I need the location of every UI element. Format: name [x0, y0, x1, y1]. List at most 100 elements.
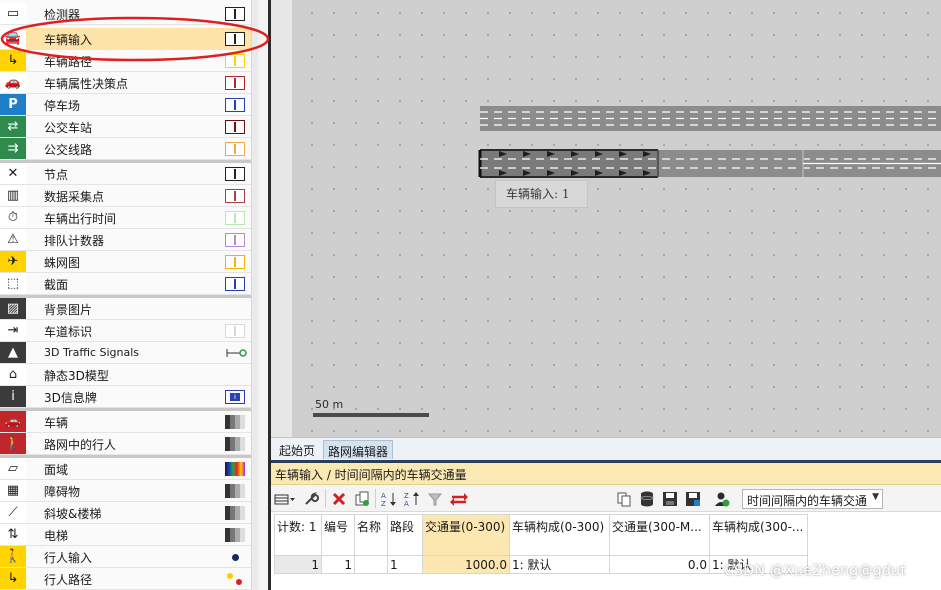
lane-marking-icon: ⇥: [0, 320, 26, 341]
editor-tab-bar: 起始页 路网编辑器: [271, 437, 941, 460]
volume-300-max-cell[interactable]: 0.0: [609, 555, 710, 574]
volume-0-300-cell[interactable]: 1000.0: [422, 555, 510, 574]
sidebar-item-background-image[interactable]: ▨ 背景图片: [0, 298, 251, 320]
tab-network-editor[interactable]: 路网编辑器: [323, 440, 394, 459]
panel-splitter[interactable]: [258, 0, 268, 590]
color-swatch[interactable]: [225, 54, 245, 68]
color-swatch[interactable]: [225, 76, 245, 90]
sidebar-item-area[interactable]: ▱ 面域: [0, 458, 251, 480]
sidebar-item-traffic-signal[interactable]: ▲ 3D Traffic Signals: [0, 342, 251, 364]
sidebar-item-label: 行人输入: [44, 551, 93, 565]
sidebar-item-vehicle[interactable]: 🚗 车辆: [0, 411, 251, 433]
link-cell[interactable]: 1: [387, 555, 423, 574]
sort-descending-icon[interactable]: ZA: [402, 489, 422, 508]
sidebar-item-lane-marking[interactable]: ⇥ 车道标识: [0, 320, 251, 342]
pedestrian-route-icon: ↳: [0, 568, 26, 589]
wrench-icon[interactable]: [301, 489, 321, 508]
sidebar-item-bus-stop[interactable]: ⇄ 公交车站: [0, 116, 251, 138]
travel-time-icon: ⏱: [0, 207, 26, 228]
column-header-composition-0-300[interactable]: 车辆构成(0-300): [509, 514, 610, 556]
sidebar-item-vehicle-attribute-decision[interactable]: 🚗 车辆属性决策点: [0, 72, 251, 94]
sidebar-item-section[interactable]: ⬚ 截面: [0, 273, 251, 295]
color-swatch[interactable]: [225, 142, 245, 156]
color-swatch[interactable]: [225, 167, 245, 181]
vehicle-icon: 🚗: [0, 411, 26, 432]
sidebar-item-bus-line[interactable]: ⇉ 公交线路: [0, 138, 251, 160]
color-swatch[interactable]: [225, 572, 245, 586]
column-header-composition-300-max[interactable]: 车辆构成(300-...: [709, 514, 808, 556]
color-swatch[interactable]: i: [225, 390, 245, 404]
network-canvas[interactable]: 车辆输入: 1 50 m: [271, 0, 941, 437]
color-swatch[interactable]: [225, 255, 245, 269]
column-header-number[interactable]: 编号: [321, 514, 355, 556]
row-count-cell[interactable]: 1: [274, 555, 322, 574]
sidebar-item-elevator[interactable]: ⇅ 电梯: [0, 524, 251, 546]
svg-text:Z: Z: [404, 492, 409, 500]
tab-start-page[interactable]: 起始页: [275, 440, 319, 459]
sidebar-item-vehicle-route[interactable]: ↳ 车辆路径: [0, 50, 251, 72]
color-swatch[interactable]: [225, 415, 245, 429]
column-header-volume-300-max[interactable]: 交通量(300-M...: [609, 514, 710, 556]
sidebar-item-pedestrian-route[interactable]: ↳ 行人路径: [0, 568, 251, 590]
sidebar-item-ramp-stairs[interactable]: ⟋ 斜坡&楼梯: [0, 502, 251, 524]
color-swatch[interactable]: [225, 211, 245, 225]
composition-0-300-cell[interactable]: 1: 默认: [509, 555, 610, 574]
sidebar-item-parking[interactable]: P 停车场: [0, 94, 251, 116]
column-header-link[interactable]: 路段: [387, 514, 423, 556]
column-header-volume-0-300[interactable]: 交通量(0-300): [422, 514, 510, 556]
save-as-icon[interactable]: [683, 489, 703, 508]
column-header-count[interactable]: 计数: 1: [274, 514, 322, 556]
color-swatch[interactable]: [225, 462, 245, 476]
sidebar-item-label: 排队计数器: [44, 234, 105, 248]
name-cell[interactable]: [354, 555, 388, 574]
sidebar-item-spider[interactable]: ✈ 蛛网图: [0, 251, 251, 273]
color-swatch[interactable]: [225, 528, 245, 542]
duplicate-icon[interactable]: [352, 489, 372, 508]
sidebar-item-detector[interactable]: ▭ 检测器: [0, 3, 251, 25]
color-swatch[interactable]: [225, 324, 245, 338]
color-swatch[interactable]: [225, 484, 245, 498]
sidebar-item-pedestrian-input[interactable]: 🚶 行人输入: [0, 546, 251, 568]
column-header-name[interactable]: 名称: [354, 514, 388, 556]
color-swatch[interactable]: [225, 98, 245, 112]
color-swatch[interactable]: [225, 346, 247, 360]
sidebar-item-data-collection[interactable]: ▥ 数据采集点: [0, 185, 251, 207]
color-swatch[interactable]: [225, 120, 245, 134]
delete-icon[interactable]: [329, 489, 349, 508]
sidebar-item-static-3d-model[interactable]: ⌂ 静态3D模型: [0, 364, 251, 386]
sidebar-item-obstacle[interactable]: ▦ 障碍物: [0, 480, 251, 502]
list-layout-dropdown-icon[interactable]: [273, 489, 297, 508]
color-swatch[interactable]: [225, 437, 245, 451]
user-settings-icon[interactable]: [712, 489, 732, 508]
number-cell[interactable]: 1: [321, 555, 355, 574]
color-swatch[interactable]: [225, 32, 245, 46]
link-lower[interactable]: [478, 149, 941, 178]
color-swatch[interactable]: [225, 550, 245, 564]
copy-icon[interactable]: [614, 489, 634, 508]
sidebar-item-node[interactable]: ✕ 节点: [0, 163, 251, 185]
sidebar-item-label: 检测器: [44, 8, 81, 22]
sidebar-item-info-sign[interactable]: i 3D信息牌 i: [0, 386, 251, 408]
filter-icon[interactable]: [425, 489, 445, 508]
sidebar-item-pedestrian[interactable]: 🚶 路网中的行人: [0, 433, 251, 455]
sidebar-item-queue-counter[interactable]: ⚠ 排队计数器: [0, 229, 251, 251]
sidebar-item-travel-time[interactable]: ⏱ 车辆出行时间: [0, 207, 251, 229]
link-upper[interactable]: [480, 106, 941, 131]
obstacle-icon: ▦: [0, 480, 26, 501]
sort-ascending-icon[interactable]: AZ: [379, 489, 399, 508]
color-swatch[interactable]: [225, 233, 245, 247]
detector-icon: ▭: [0, 3, 26, 24]
sync-icon[interactable]: [448, 489, 470, 508]
vehicle-input-label[interactable]: 车辆输入: 1: [495, 180, 588, 208]
color-swatch[interactable]: [225, 7, 245, 21]
color-swatch[interactable]: [225, 189, 245, 203]
sidebar-item-vehicle-input[interactable]: 🚘 车辆输入: [0, 28, 251, 50]
color-swatch[interactable]: [225, 277, 245, 291]
save-icon[interactable]: [660, 489, 680, 508]
database-icon[interactable]: [637, 489, 657, 508]
relation-select[interactable]: 时间间隔内的车辆交通 ▼: [742, 489, 883, 509]
color-swatch[interactable]: [225, 506, 245, 520]
bus-stop-icon: ⇄: [0, 116, 26, 137]
sidebar-scrollbar[interactable]: [251, 0, 258, 590]
vehicle-input-label-text: 车辆输入: 1: [506, 187, 570, 201]
